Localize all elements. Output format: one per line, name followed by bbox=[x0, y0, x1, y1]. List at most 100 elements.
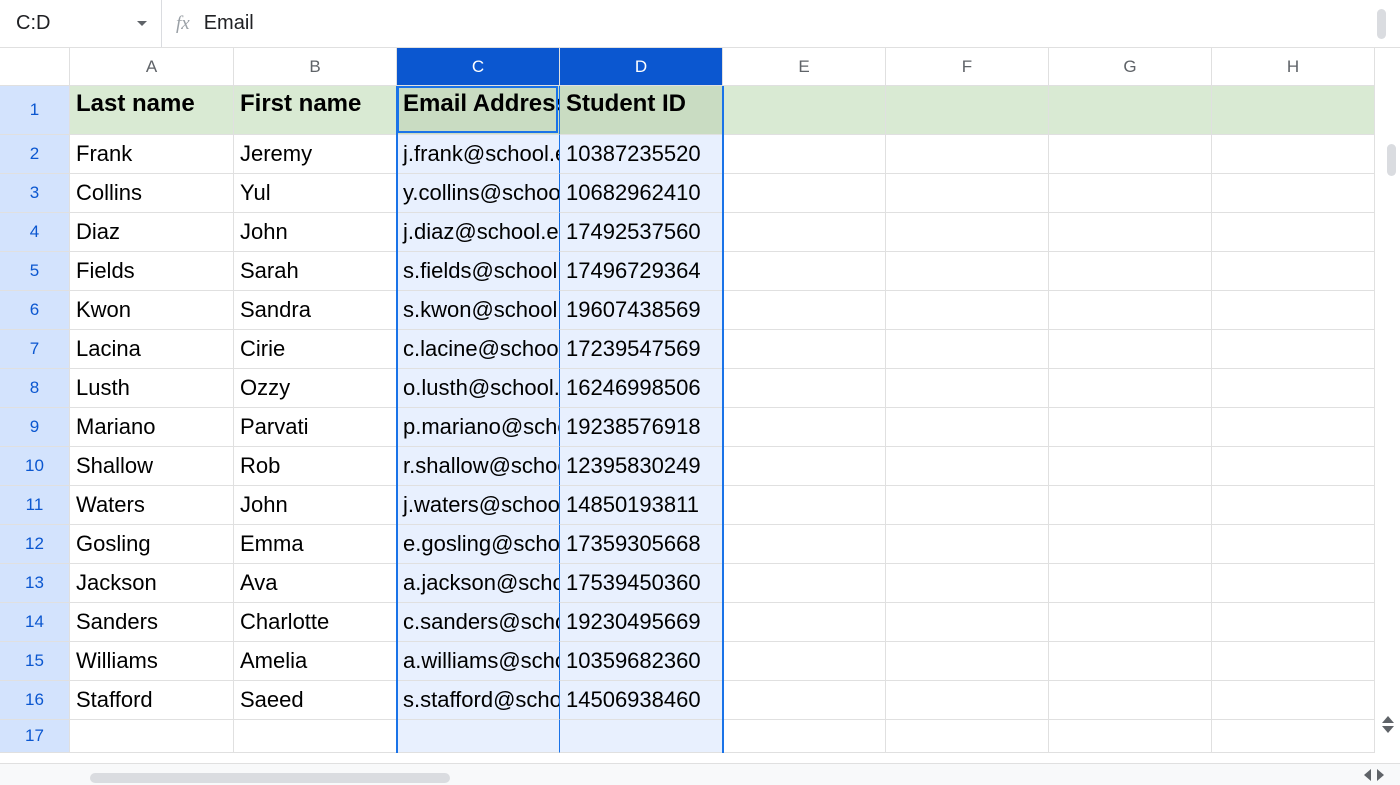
cell-H13[interactable] bbox=[1212, 564, 1375, 603]
cell-H5[interactable] bbox=[1212, 252, 1375, 291]
row-header-2[interactable]: 2 bbox=[0, 135, 70, 174]
cell-D11[interactable]: 14850193811 bbox=[560, 486, 723, 525]
cell-D6[interactable]: 19607438569 bbox=[560, 291, 723, 330]
cell-C8[interactable]: o.lusth@school.edu bbox=[397, 369, 560, 408]
cell-F5[interactable] bbox=[886, 252, 1049, 291]
cell-D12[interactable]: 17359305668 bbox=[560, 525, 723, 564]
cell-B8[interactable]: Ozzy bbox=[234, 369, 397, 408]
cell-G14[interactable] bbox=[1049, 603, 1212, 642]
cell-F9[interactable] bbox=[886, 408, 1049, 447]
row-header-13[interactable]: 13 bbox=[0, 564, 70, 603]
cell-C13[interactable]: a.jackson@school.edu bbox=[397, 564, 560, 603]
select-all-corner[interactable] bbox=[0, 48, 70, 86]
cell-A9[interactable]: Mariano bbox=[70, 408, 234, 447]
sheet-nav-left-icon[interactable] bbox=[1364, 769, 1371, 781]
cell-H15[interactable] bbox=[1212, 642, 1375, 681]
cell-D8[interactable]: 16246998506 bbox=[560, 369, 723, 408]
cell-D4[interactable]: 17492537560 bbox=[560, 213, 723, 252]
cell-D10[interactable]: 12395830249 bbox=[560, 447, 723, 486]
cell-A16[interactable]: Stafford bbox=[70, 681, 234, 720]
cell-G16[interactable] bbox=[1049, 681, 1212, 720]
cell-E11[interactable] bbox=[723, 486, 886, 525]
cell-E10[interactable] bbox=[723, 447, 886, 486]
cell-D17[interactable] bbox=[560, 720, 723, 753]
cell-H4[interactable] bbox=[1212, 213, 1375, 252]
cell-E6[interactable] bbox=[723, 291, 886, 330]
cell-F1[interactable] bbox=[886, 86, 1049, 135]
cell-E9[interactable] bbox=[723, 408, 886, 447]
cell-A8[interactable]: Lusth bbox=[70, 369, 234, 408]
cell-E8[interactable] bbox=[723, 369, 886, 408]
cell-G17[interactable] bbox=[1049, 720, 1212, 753]
cell-B10[interactable]: Rob bbox=[234, 447, 397, 486]
cell-E12[interactable] bbox=[723, 525, 886, 564]
cell-B5[interactable]: Sarah bbox=[234, 252, 397, 291]
cell-F10[interactable] bbox=[886, 447, 1049, 486]
formula-input[interactable] bbox=[204, 0, 1377, 47]
cell-C14[interactable]: c.sanders@school.edu bbox=[397, 603, 560, 642]
cell-C7[interactable]: c.lacine@school.edu bbox=[397, 330, 560, 369]
row-header-15[interactable]: 15 bbox=[0, 642, 70, 681]
cell-C6[interactable]: s.kwon@school.edu bbox=[397, 291, 560, 330]
cell-E3[interactable] bbox=[723, 174, 886, 213]
cell-H7[interactable] bbox=[1212, 330, 1375, 369]
horizontal-scroll-track[interactable] bbox=[70, 771, 470, 785]
cell-G2[interactable] bbox=[1049, 135, 1212, 174]
cell-E5[interactable] bbox=[723, 252, 886, 291]
cell-F8[interactable] bbox=[886, 369, 1049, 408]
cell-A14[interactable]: Sanders bbox=[70, 603, 234, 642]
cell-D15[interactable]: 10359682360 bbox=[560, 642, 723, 681]
row-header-4[interactable]: 4 bbox=[0, 213, 70, 252]
column-header-E[interactable]: E bbox=[723, 48, 886, 86]
scroll-up-icon[interactable] bbox=[1382, 716, 1394, 723]
row-header-16[interactable]: 16 bbox=[0, 681, 70, 720]
cell-D13[interactable]: 17539450360 bbox=[560, 564, 723, 603]
column-header-G[interactable]: G bbox=[1049, 48, 1212, 86]
cell-F13[interactable] bbox=[886, 564, 1049, 603]
cell-H11[interactable] bbox=[1212, 486, 1375, 525]
cell-G12[interactable] bbox=[1049, 525, 1212, 564]
cell-B2[interactable]: Jeremy bbox=[234, 135, 397, 174]
cell-G6[interactable] bbox=[1049, 291, 1212, 330]
cell-F17[interactable] bbox=[886, 720, 1049, 753]
row-header-17[interactable]: 17 bbox=[0, 720, 70, 753]
cell-B9[interactable]: Parvati bbox=[234, 408, 397, 447]
column-header-H[interactable]: H bbox=[1212, 48, 1375, 86]
cell-C15[interactable]: a.williams@school.edu bbox=[397, 642, 560, 681]
cell-E1[interactable] bbox=[723, 86, 886, 135]
cell-B16[interactable]: Saeed bbox=[234, 681, 397, 720]
cell-H14[interactable] bbox=[1212, 603, 1375, 642]
column-header-F[interactable]: F bbox=[886, 48, 1049, 86]
cell-C12[interactable]: e.gosling@school.edu bbox=[397, 525, 560, 564]
cell-F15[interactable] bbox=[886, 642, 1049, 681]
row-header-8[interactable]: 8 bbox=[0, 369, 70, 408]
row-header-5[interactable]: 5 bbox=[0, 252, 70, 291]
name-box-dropdown-icon[interactable] bbox=[137, 21, 147, 26]
cell-E16[interactable] bbox=[723, 681, 886, 720]
cell-C2[interactable]: j.frank@school.edu bbox=[397, 135, 560, 174]
column-header-A[interactable]: A bbox=[70, 48, 234, 86]
cell-D14[interactable]: 19230495669 bbox=[560, 603, 723, 642]
column-header-D[interactable]: D bbox=[560, 48, 723, 86]
cell-B7[interactable]: Cirie bbox=[234, 330, 397, 369]
cell-A4[interactable]: Diaz bbox=[70, 213, 234, 252]
cell-E2[interactable] bbox=[723, 135, 886, 174]
cell-C4[interactable]: j.diaz@school.edu bbox=[397, 213, 560, 252]
cell-F16[interactable] bbox=[886, 681, 1049, 720]
cell-B17[interactable] bbox=[234, 720, 397, 753]
cell-D9[interactable]: 19238576918 bbox=[560, 408, 723, 447]
cell-F4[interactable] bbox=[886, 213, 1049, 252]
cell-B11[interactable]: John bbox=[234, 486, 397, 525]
cell-H12[interactable] bbox=[1212, 525, 1375, 564]
cell-G15[interactable] bbox=[1049, 642, 1212, 681]
cell-A5[interactable]: Fields bbox=[70, 252, 234, 291]
cell-E17[interactable] bbox=[723, 720, 886, 753]
cell-G8[interactable] bbox=[1049, 369, 1212, 408]
cell-F14[interactable] bbox=[886, 603, 1049, 642]
cell-C1[interactable]: Email Address bbox=[397, 86, 560, 135]
cell-G10[interactable] bbox=[1049, 447, 1212, 486]
cell-A2[interactable]: Frank bbox=[70, 135, 234, 174]
cell-D1[interactable]: Student ID bbox=[560, 86, 723, 135]
cell-H17[interactable] bbox=[1212, 720, 1375, 753]
cell-H16[interactable] bbox=[1212, 681, 1375, 720]
